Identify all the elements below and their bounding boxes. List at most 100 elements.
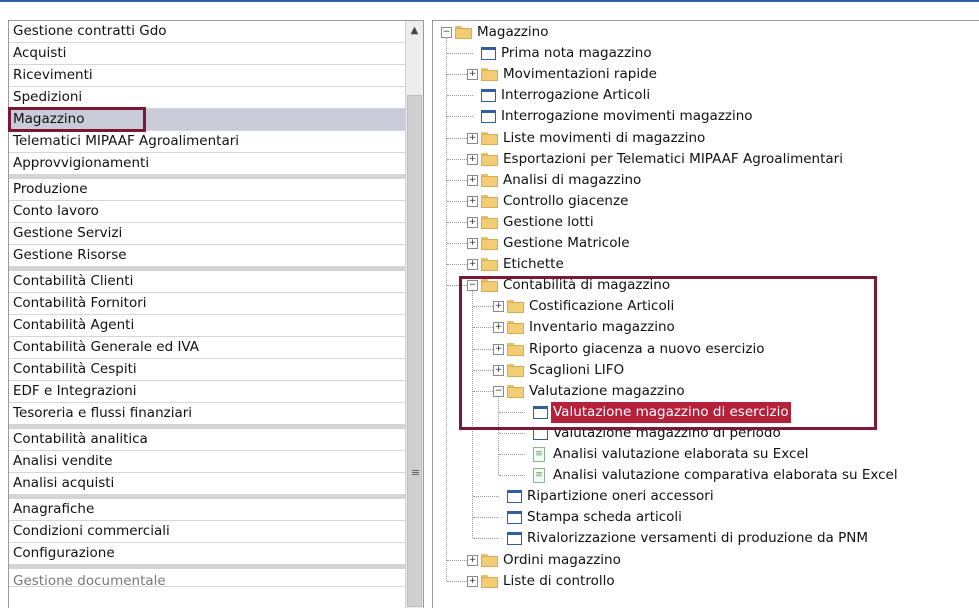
tree-item-label: Controllo giacenze [503, 192, 629, 209]
collapse-toggle-icon[interactable]: − [493, 385, 504, 397]
tree-root[interactable]: − Magazzino [433, 22, 973, 43]
menu-item[interactable]: Approvvigionamenti [9, 153, 405, 175]
folder-icon [507, 384, 524, 398]
folder-body [507, 302, 524, 314]
tree-item[interactable]: + Ordini magazzino [433, 550, 979, 571]
tree-item[interactable]: Valutazione magazzino di esercizio [433, 401, 979, 423]
tree-item[interactable]: + Movimentazioni rapide [433, 64, 979, 85]
expand-toggle-icon[interactable]: + [493, 364, 504, 376]
folder-icon [455, 26, 472, 39]
expand-toggle-icon[interactable]: + [493, 301, 504, 313]
tree-item[interactable]: Valutazione magazzino di periodo [433, 423, 979, 444]
menu-item[interactable]: Conto lavoro [9, 201, 405, 223]
expand-toggle-icon[interactable]: + [467, 216, 478, 228]
menu-item[interactable]: Analisi acquisti [9, 473, 405, 495]
tree-item-label: Valutazione magazzino di periodo [553, 424, 781, 441]
menu-item[interactable]: Spedizioni [9, 87, 405, 109]
folder-body [507, 323, 524, 335]
folder-body [481, 239, 498, 250]
expand-toggle-icon[interactable]: + [467, 69, 478, 81]
menu-item[interactable]: EDF e Integrazioni [9, 381, 405, 403]
menu-item[interactable]: Produzione [9, 179, 405, 201]
menu-item[interactable]: Contabilità Cespiti [9, 359, 405, 381]
expand-toggle-icon[interactable]: + [467, 238, 478, 249]
expand-toggle-icon[interactable]: + [467, 575, 478, 587]
tree-item[interactable]: + Etichette [433, 254, 979, 275]
tree-item[interactable]: − Contabilità di magazzino [433, 275, 979, 296]
expand-toggle-icon[interactable]: + [493, 343, 504, 355]
expand-toggle-icon[interactable]: + [467, 259, 478, 271]
scroll-up-arrow-icon[interactable]: ▲ [406, 21, 423, 38]
tree-item-label: Valutazione magazzino di esercizio [551, 401, 791, 423]
menu-item[interactable]: Gestione Risorse [9, 245, 405, 267]
folder-icon [481, 131, 498, 145]
tree-item[interactable]: + Gestione lotti [433, 212, 979, 233]
tree-item[interactable]: ≡ Analisi valutazione elaborata su Excel [433, 444, 979, 465]
tree-item[interactable]: Ripartizione oneri accessori [433, 486, 979, 507]
tree-item[interactable]: + Scaglioni LIFO [433, 360, 979, 381]
expand-toggle-icon[interactable]: + [467, 132, 478, 144]
tree-item-label: Riporto giacenza a nuovo esercizio [529, 340, 765, 357]
menu-item[interactable]: Contabilità Fornitori [9, 293, 405, 315]
tree-item[interactable]: + Gestione Matricole [433, 233, 979, 254]
menu-item[interactable]: Magazzino [9, 109, 405, 131]
collapse-toggle-icon[interactable]: − [467, 280, 478, 292]
menu-item[interactable]: Gestione Servizi [9, 223, 405, 245]
tree-item[interactable]: Interrogazione Articoli [433, 85, 979, 106]
folder-body [481, 260, 498, 272]
tree-item[interactable]: + Liste movimenti di magazzino [433, 128, 979, 149]
tree-item-label: Interrogazione Articoli [501, 87, 651, 104]
tree-item-label: Liste di controllo [503, 572, 615, 589]
menu-item[interactable]: Analisi vendite [9, 451, 405, 473]
expand-toggle-icon[interactable]: + [467, 195, 478, 207]
menu-item[interactable]: Gestione contratti Gdo [9, 21, 405, 43]
menu-item[interactable]: Configurazione [9, 543, 405, 565]
tree-item[interactable]: + Costificazione Articoli [433, 296, 979, 317]
menu-item[interactable]: Contabilità analitica [9, 429, 405, 451]
folder-body [481, 133, 498, 145]
excel-icon: ≡ [533, 447, 545, 462]
menu-item[interactable]: Gestione documentale [9, 569, 405, 587]
menu-item[interactable]: Contabilità Clienti [9, 271, 405, 293]
menu-item[interactable]: Acquisti [9, 43, 405, 65]
tree-item[interactable]: + Riporto giacenza a nuovo esercizio [433, 339, 979, 360]
expand-toggle-icon[interactable]: + [467, 153, 478, 165]
tree-item[interactable]: Rivalorizzazione versamenti di produzion… [433, 528, 979, 549]
menu-item[interactable]: Telematici MIPAAF Agroalimentari [9, 131, 405, 153]
folder-icon [481, 553, 498, 567]
tree-item[interactable]: + Inventario magazzino [433, 317, 979, 338]
folder-body [481, 175, 498, 187]
tree-item[interactable]: + Controllo giacenze [433, 191, 979, 212]
menu-item[interactable]: Anagrafiche [9, 499, 405, 521]
tree-item-label: Costificazione Articoli [529, 298, 675, 315]
folder-icon [481, 258, 498, 272]
folder-icon [481, 237, 498, 250]
window-icon [481, 89, 496, 103]
tree-item-label: Rivalorizzazione versamenti di produzion… [527, 530, 868, 547]
tree-item[interactable]: Prima nota magazzino [433, 43, 979, 64]
menu-item[interactable]: Contabilità Agenti [9, 315, 405, 337]
tree-item[interactable]: ≡ Analisi valutazione comparativa elabora… [433, 465, 979, 486]
expand-toggle-icon[interactable]: + [467, 554, 478, 566]
tree-item[interactable]: Stampa scheda articoli [433, 507, 979, 528]
menu-item[interactable]: Condizioni commerciali [9, 521, 405, 543]
excel-icon: ≡ [533, 468, 545, 484]
expand-toggle-icon[interactable]: + [493, 322, 504, 334]
menu-item[interactable]: Tesoreria e flussi finanziari [9, 403, 405, 425]
folder-icon [481, 574, 498, 588]
menu-item[interactable]: Contabilità Generale ed IVA [9, 337, 405, 359]
folder-icon [481, 279, 498, 293]
module-menu-scrollbar[interactable]: ▲ ≡ [405, 21, 423, 608]
folder-icon [507, 321, 524, 335]
tree-item[interactable]: + Analisi di magazzino [433, 170, 979, 191]
window-icon [481, 110, 496, 124]
expand-toggle-icon[interactable]: + [467, 174, 478, 186]
scroll-thumb[interactable]: ≡ [407, 95, 422, 607]
menu-item[interactable]: Ricevimenti [9, 65, 405, 87]
tree-item[interactable]: + Esportazioni per Telematici MIPAAF Agro… [433, 149, 979, 170]
tree-item-label: Analisi valutazione elaborata su Excel [553, 446, 809, 462]
tree-item[interactable]: Interrogazione movimenti magazzino [433, 106, 979, 127]
tree-item-label: Movimentazioni rapide [503, 66, 657, 83]
tree-item[interactable]: + Liste di controllo [433, 571, 979, 592]
tree-item[interactable]: − Valutazione magazzino [433, 381, 979, 402]
